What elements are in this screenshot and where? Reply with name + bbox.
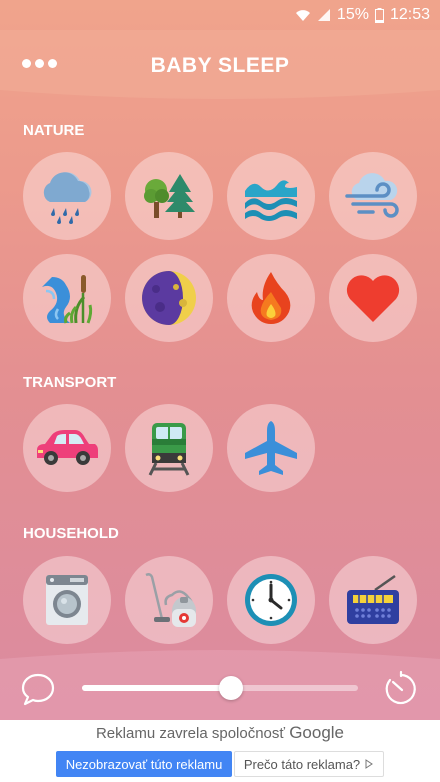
airplane-icon bbox=[245, 421, 297, 475]
header: BABY SLEEP bbox=[0, 30, 440, 110]
app-title: BABY SLEEP bbox=[150, 54, 290, 77]
volume-slider[interactable] bbox=[82, 676, 358, 700]
timer-icon[interactable] bbox=[382, 670, 420, 713]
hide-ad-button[interactable]: Nezobrazovať túto reklamu bbox=[56, 751, 232, 777]
fire-icon bbox=[251, 272, 291, 324]
wifi-icon bbox=[295, 8, 311, 22]
stream-icon bbox=[42, 275, 93, 324]
radio-icon bbox=[347, 574, 399, 624]
vacuum-cleaner-icon bbox=[145, 573, 196, 627]
signal-icon bbox=[317, 8, 331, 22]
sound-button-washing-machine[interactable] bbox=[23, 556, 111, 644]
battery-icon bbox=[374, 7, 384, 23]
wind-icon bbox=[345, 173, 399, 218]
sound-button-fire[interactable] bbox=[227, 254, 315, 342]
clock-time: 12:53 bbox=[389, 6, 430, 23]
sound-button-airplane[interactable] bbox=[227, 404, 315, 492]
sound-button-stream[interactable] bbox=[23, 254, 111, 342]
app-screen: 15% 12:53 BABY SLEEP NATURE TRANSPORT HO… bbox=[0, 0, 440, 720]
sound-button-forest[interactable] bbox=[125, 152, 213, 240]
status-bar: 15% 12:53 bbox=[0, 0, 440, 30]
section-title-household: HOUSEHOLD bbox=[23, 525, 119, 542]
washing-machine-icon bbox=[46, 575, 88, 625]
sound-button-waves[interactable] bbox=[227, 152, 315, 240]
sound-button-car[interactable] bbox=[23, 404, 111, 492]
ad-closed-text: Reklamu zavrela spoločnosť bbox=[95, 725, 286, 742]
sound-button-vacuum[interactable] bbox=[125, 556, 213, 644]
volume-slider-fill bbox=[82, 685, 232, 691]
battery-percent: 15% bbox=[336, 6, 369, 23]
train-icon bbox=[148, 423, 190, 476]
volume-slider-thumb[interactable] bbox=[219, 676, 244, 700]
play-outline-icon bbox=[365, 759, 374, 769]
sound-button-wind[interactable] bbox=[329, 152, 417, 240]
heart-icon bbox=[346, 275, 400, 322]
chat-bubble-icon[interactable] bbox=[20, 672, 56, 711]
waves-icon bbox=[245, 180, 297, 221]
forest-icon bbox=[144, 174, 195, 218]
moon-icon bbox=[142, 271, 196, 325]
clock-icon bbox=[245, 574, 297, 626]
section-title-transport: TRANSPORT bbox=[23, 374, 117, 391]
ad-closed-notice: Reklamu zavrela spoločnosť Google bbox=[0, 723, 440, 743]
car-icon bbox=[37, 430, 98, 465]
rain-cloud-icon bbox=[43, 172, 92, 224]
ad-brand: Google bbox=[289, 723, 345, 742]
why-this-ad-label: Prečo táto reklama? bbox=[243, 756, 361, 772]
sound-button-radio[interactable] bbox=[329, 556, 417, 644]
sound-button-heart[interactable] bbox=[329, 254, 417, 342]
sound-button-moon[interactable] bbox=[125, 254, 213, 342]
sound-button-clock[interactable] bbox=[227, 556, 315, 644]
ad-banner: Reklamu zavrela spoločnosť Google Nezobr… bbox=[0, 720, 440, 782]
why-this-ad-button[interactable]: Prečo táto reklama? bbox=[234, 751, 384, 777]
section-title-nature: NATURE bbox=[23, 122, 85, 139]
sound-button-rain[interactable] bbox=[23, 152, 111, 240]
sound-button-train[interactable] bbox=[125, 404, 213, 492]
